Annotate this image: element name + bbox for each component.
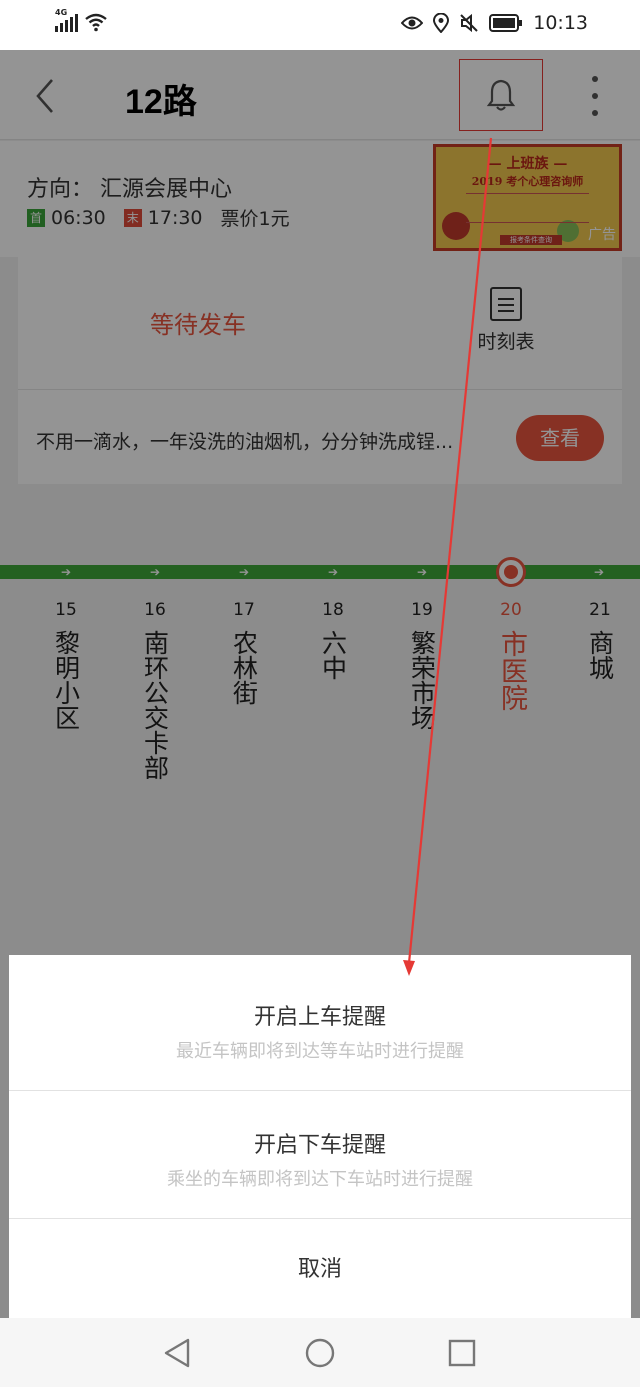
- board-reminder-option[interactable]: 开启上车提醒 最近车辆即将到达等车站时进行提醒: [9, 999, 631, 1063]
- alight-reminder-desc: 乘坐的车辆即将到达下车站时进行提醒: [167, 1169, 473, 1190]
- nav-recents-icon[interactable]: [445, 1336, 479, 1370]
- battery-icon: [489, 14, 523, 32]
- clock: 10:13: [533, 12, 588, 34]
- network-type: 4G: [55, 8, 68, 17]
- nav-back-icon[interactable]: [160, 1336, 194, 1370]
- system-nav-bar: [0, 1318, 640, 1387]
- alight-reminder-option[interactable]: 开启下车提醒 乘坐的车辆即将到达下车站时进行提醒: [9, 1127, 631, 1191]
- cancel-button[interactable]: 取消: [9, 1251, 631, 1283]
- signal-icon: 4G: [55, 8, 78, 32]
- divider: [9, 1218, 631, 1219]
- eye-icon: [401, 16, 424, 30]
- reminder-sheet: 开启上车提醒 最近车辆即将到达等车站时进行提醒 开启下车提醒 乘坐的车辆即将到达…: [9, 955, 631, 1318]
- nav-home-icon[interactable]: [303, 1336, 337, 1370]
- location-icon: [433, 13, 450, 33]
- board-reminder-desc: 最近车辆即将到达等车站时进行提醒: [176, 1041, 464, 1062]
- status-bar: 4G 10:13: [0, 0, 640, 50]
- divider: [9, 1090, 631, 1091]
- app-screen: 4G 10:13 12路 方向： 汇源会展中心 首 06:30 末 17:30 …: [0, 0, 640, 1387]
- wifi-icon: [85, 13, 107, 32]
- board-reminder-title: 开启上车提醒: [253, 1005, 386, 1030]
- mute-icon: [460, 13, 478, 33]
- alight-reminder-title: 开启下车提醒: [253, 1133, 386, 1158]
